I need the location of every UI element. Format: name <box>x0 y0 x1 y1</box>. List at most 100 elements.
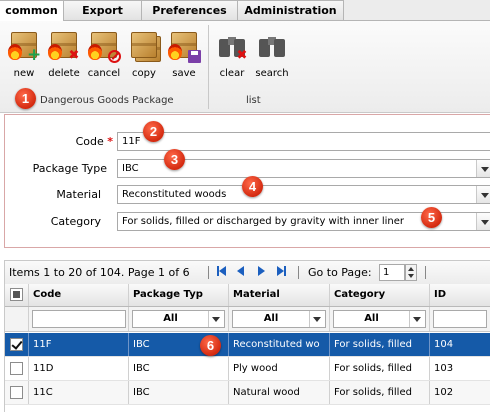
callout-2: 2 <box>143 121 164 142</box>
prev-page-icon[interactable] <box>237 266 249 278</box>
clear-button[interactable]: ✖ clear <box>214 29 250 79</box>
row-checkbox[interactable] <box>5 381 29 404</box>
cell-package-type: IBC <box>129 381 229 404</box>
pager-summary: Items 1 to 20 of 104. Page 1 of 6 <box>9 266 190 279</box>
row-checkbox[interactable] <box>5 333 29 356</box>
package-new-icon: + <box>7 29 41 64</box>
cell-id: 104 <box>430 333 490 356</box>
callout-6: 6 <box>200 335 221 356</box>
callout-1: 1 <box>15 88 36 109</box>
package-save-icon <box>167 29 201 63</box>
package-delete-icon: ✖ <box>47 29 81 63</box>
binoculars-clear-icon: ✖ <box>215 29 249 63</box>
group-label-dangerous-goods: Dangerous Goods Package <box>40 95 174 106</box>
package-type-value: IBC <box>122 163 139 174</box>
callout-5: 5 <box>421 207 442 228</box>
filter-material-select[interactable]: All <box>232 310 326 328</box>
delete-button-label: delete <box>48 68 80 79</box>
filter-category-cell: All <box>330 307 430 331</box>
save-button-label: save <box>172 68 196 79</box>
cell-code: 11D <box>29 357 129 380</box>
filter-package-type-cell: All <box>129 307 229 331</box>
cell-material: Natural wood <box>229 381 330 404</box>
filter-row: All All All <box>5 307 490 332</box>
last-page-icon[interactable] <box>277 266 289 278</box>
cell-id: 103 <box>430 357 490 380</box>
table-row[interactable]: 11C IBC Natural wood For solids, filled … <box>5 381 490 405</box>
tab-bar: common Export Preferences Administration <box>0 0 490 21</box>
chevron-down-icon[interactable] <box>476 186 490 203</box>
page-number-input[interactable]: 1 <box>379 264 405 281</box>
column-header-category[interactable]: Category <box>330 284 430 306</box>
package-copy-icon <box>127 29 161 63</box>
chevron-down-icon[interactable] <box>476 213 490 230</box>
binoculars-search-icon <box>255 29 289 63</box>
chevron-down-icon[interactable] <box>476 160 490 177</box>
tab-preferences[interactable]: Preferences <box>142 0 238 20</box>
filter-spacer <box>5 307 29 331</box>
new-button-label: new <box>13 68 35 79</box>
cell-package-type: IBC <box>129 357 229 380</box>
search-button-label: search <box>255 68 289 79</box>
cancel-button-label: cancel <box>87 68 121 79</box>
cell-material: Ply wood <box>229 357 330 380</box>
select-all-checkbox[interactable] <box>5 284 29 306</box>
row-checkbox[interactable] <box>5 357 29 380</box>
packages-grid: Code Package Typ Material Category ID Al… <box>4 284 490 412</box>
first-page-icon[interactable] <box>217 266 229 278</box>
tab-common[interactable]: common <box>0 0 64 21</box>
filter-code-input[interactable] <box>32 310 126 328</box>
filter-id-cell <box>430 307 490 331</box>
cell-category: For solids, filled <box>330 381 430 404</box>
ribbon-toolbar: + new ✖ delete cancel copy save ✖ clear … <box>0 21 490 113</box>
pager-divider <box>425 266 426 279</box>
required-mark: * <box>107 135 113 148</box>
filter-code-cell <box>29 307 129 331</box>
pager-toolbar: Items 1 to 20 of 104. Page 1 of 6 Go to … <box>4 260 490 284</box>
category-label: Category <box>50 215 101 228</box>
material-label: Material <box>56 188 101 201</box>
cell-id: 102 <box>430 381 490 404</box>
search-button[interactable]: search <box>254 29 290 79</box>
column-header-package-type[interactable]: Package Typ <box>129 284 229 306</box>
material-select[interactable]: Reconstituted woods <box>117 185 490 204</box>
cell-code: 11C <box>29 381 129 404</box>
copy-button-label: copy <box>132 68 156 79</box>
clear-button-label: clear <box>219 68 245 79</box>
grid-header: Code Package Typ Material Category ID <box>5 284 490 307</box>
copy-button[interactable]: copy <box>126 29 162 79</box>
cell-category: For solids, filled <box>330 357 430 380</box>
delete-button[interactable]: ✖ delete <box>46 29 82 79</box>
cell-category: For solids, filled <box>330 333 430 356</box>
ribbon-divider <box>208 25 209 109</box>
tab-export[interactable]: Export <box>64 0 142 20</box>
pager-divider <box>208 266 209 279</box>
material-value: Reconstituted woods <box>122 189 227 200</box>
goto-page-label: Go to Page: <box>308 266 372 279</box>
cancel-button[interactable]: cancel <box>86 29 122 79</box>
save-button[interactable]: save <box>166 29 202 79</box>
filter-id-input[interactable] <box>433 310 487 328</box>
next-page-icon[interactable] <box>258 266 270 278</box>
filter-category-select[interactable]: All <box>333 310 426 328</box>
cell-code: 11F <box>29 333 129 356</box>
callout-3: 3 <box>164 149 185 170</box>
group-label-list: list <box>246 95 261 106</box>
cell-material: Reconstituted wo <box>229 333 330 356</box>
table-row[interactable]: 11F IBC Reconstituted wo For solids, fil… <box>5 333 490 357</box>
category-value: For solids, filled or discharged by grav… <box>122 216 405 227</box>
column-header-id[interactable]: ID <box>430 284 490 306</box>
filter-material-cell: All <box>229 307 330 331</box>
code-label: Code * <box>75 135 113 148</box>
package-type-label: Package Type <box>32 162 107 175</box>
package-cancel-icon <box>87 29 121 63</box>
column-header-code[interactable]: Code <box>29 284 129 306</box>
callout-4: 4 <box>242 176 263 197</box>
page-spinner[interactable] <box>405 264 417 281</box>
filter-package-type-select[interactable]: All <box>132 310 225 328</box>
tab-administration[interactable]: Administration <box>238 0 344 20</box>
new-button[interactable]: + new <box>6 29 42 79</box>
table-row[interactable]: 11D IBC Ply wood For solids, filled 103 <box>5 357 490 381</box>
column-header-material[interactable]: Material <box>229 284 330 306</box>
pager-divider <box>298 266 299 279</box>
